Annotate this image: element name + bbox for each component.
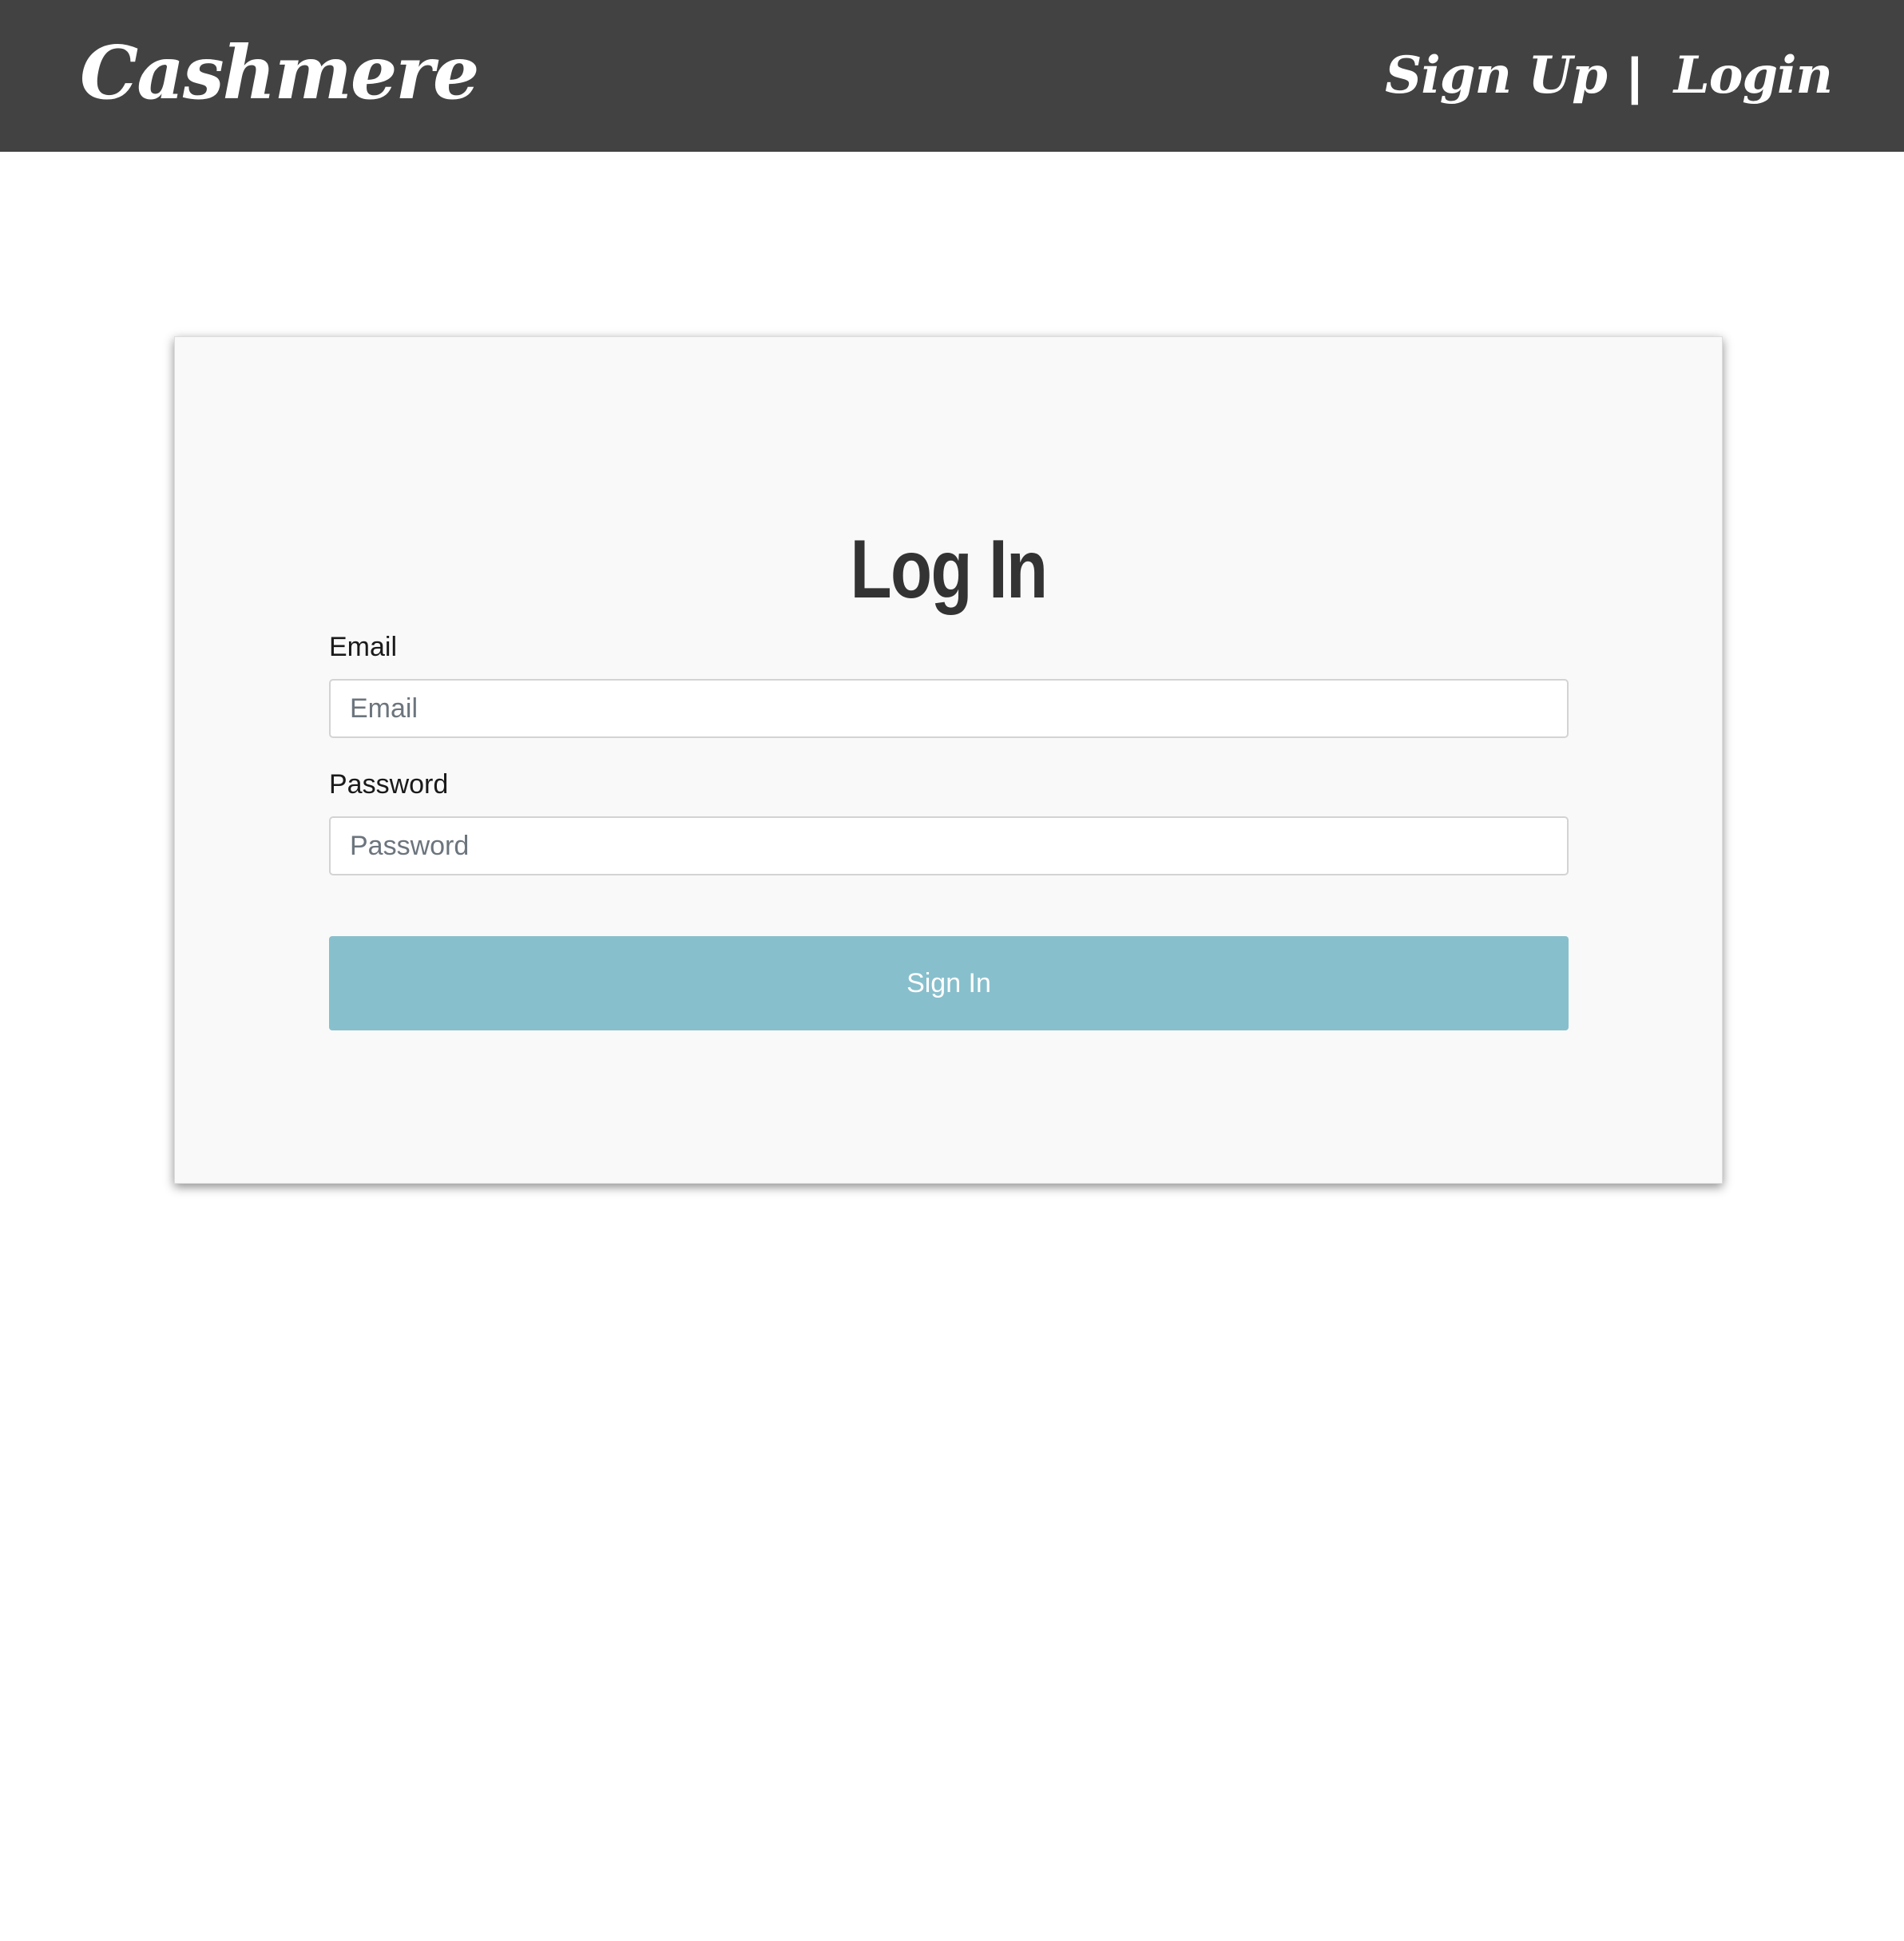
login-card: Log In Email Password Sign In (174, 336, 1723, 1184)
login-link[interactable]: Login (1674, 40, 1833, 112)
email-label: Email (329, 632, 398, 662)
page-title: Log In (850, 523, 1049, 616)
email-field[interactable] (329, 679, 1569, 738)
top-navbar: Cashmere Sign Up | Login (0, 0, 1904, 152)
password-label: Password (329, 769, 449, 800)
sign-in-button[interactable]: Sign In (329, 936, 1569, 1030)
auth-nav: Sign Up | Login (1385, 40, 1833, 112)
password-field[interactable] (329, 816, 1569, 875)
brand-logo[interactable]: Cashmere (80, 29, 479, 117)
signup-link[interactable]: Sign Up (1385, 40, 1608, 112)
nav-separator: | (1627, 47, 1642, 105)
